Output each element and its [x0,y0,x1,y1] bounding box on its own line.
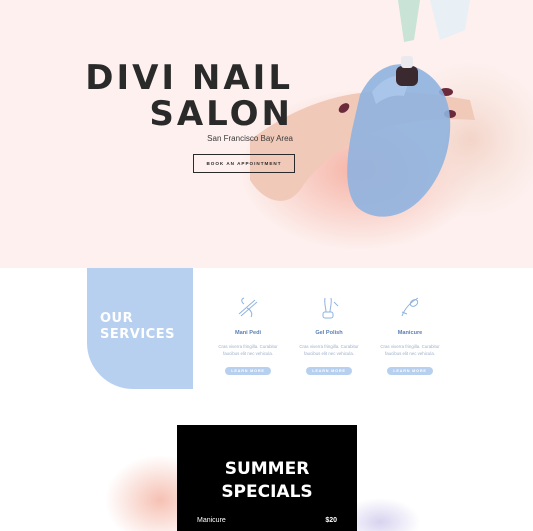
services-heading-line2: SERVICES [100,327,175,342]
service-name: Gel Polish [315,330,343,336]
summer-specials-section: SUMMER SPECIALS Manicure $20 [177,425,357,531]
specials-item-name: Manicure [197,517,226,524]
hero-title: DIVI NAIL SALON [33,60,293,132]
specials-title-line1: SUMMER [224,459,310,479]
hero-subtitle: San Francisco Bay Area [207,134,293,143]
service-card-manicure: Manicure Cras viverra fringilla. Curabit… [375,294,445,375]
hero-title-line2: SALON [149,94,293,134]
service-description: Cras viverra fringilla. Curabitur faucib… [218,344,278,356]
specials-item-price: $20 [325,517,337,524]
manicure-icon [401,297,419,317]
learn-more-button[interactable]: LEARN MORE [387,367,433,375]
specials-item: Manicure $20 [197,517,337,524]
nail-polish-icon [322,297,339,319]
service-description: Cras viverra fringilla. Curabitur faucib… [380,344,440,356]
service-description: Cras viverra fringilla. Curabitur faucib… [299,344,359,356]
book-appointment-button[interactable]: BOOK AN APPOINTMENT [193,154,295,173]
services-heading-line1: OUR [100,311,134,326]
service-name: Mani Pedi [234,330,262,336]
learn-more-button[interactable]: LEARN MORE [225,367,271,375]
services-heading: OUR SERVICES [100,311,175,343]
nail-file-icon [238,297,258,318]
specials-title: SUMMER SPECIALS [177,458,357,504]
service-card-mani-pedi: Mani Pedi Cras viverra fringilla. Curabi… [213,294,283,375]
service-card-gel-polish: Gel Polish Cras viverra fringilla. Curab… [294,294,364,375]
hero-section: DIVI NAIL SALON San Francisco Bay Area B… [0,0,533,268]
specials-title-line2: SPECIALS [221,482,313,502]
learn-more-button[interactable]: LEARN MORE [306,367,352,375]
service-name: Manicure [397,330,423,336]
hero-title-line1: DIVI NAIL [85,58,293,98]
